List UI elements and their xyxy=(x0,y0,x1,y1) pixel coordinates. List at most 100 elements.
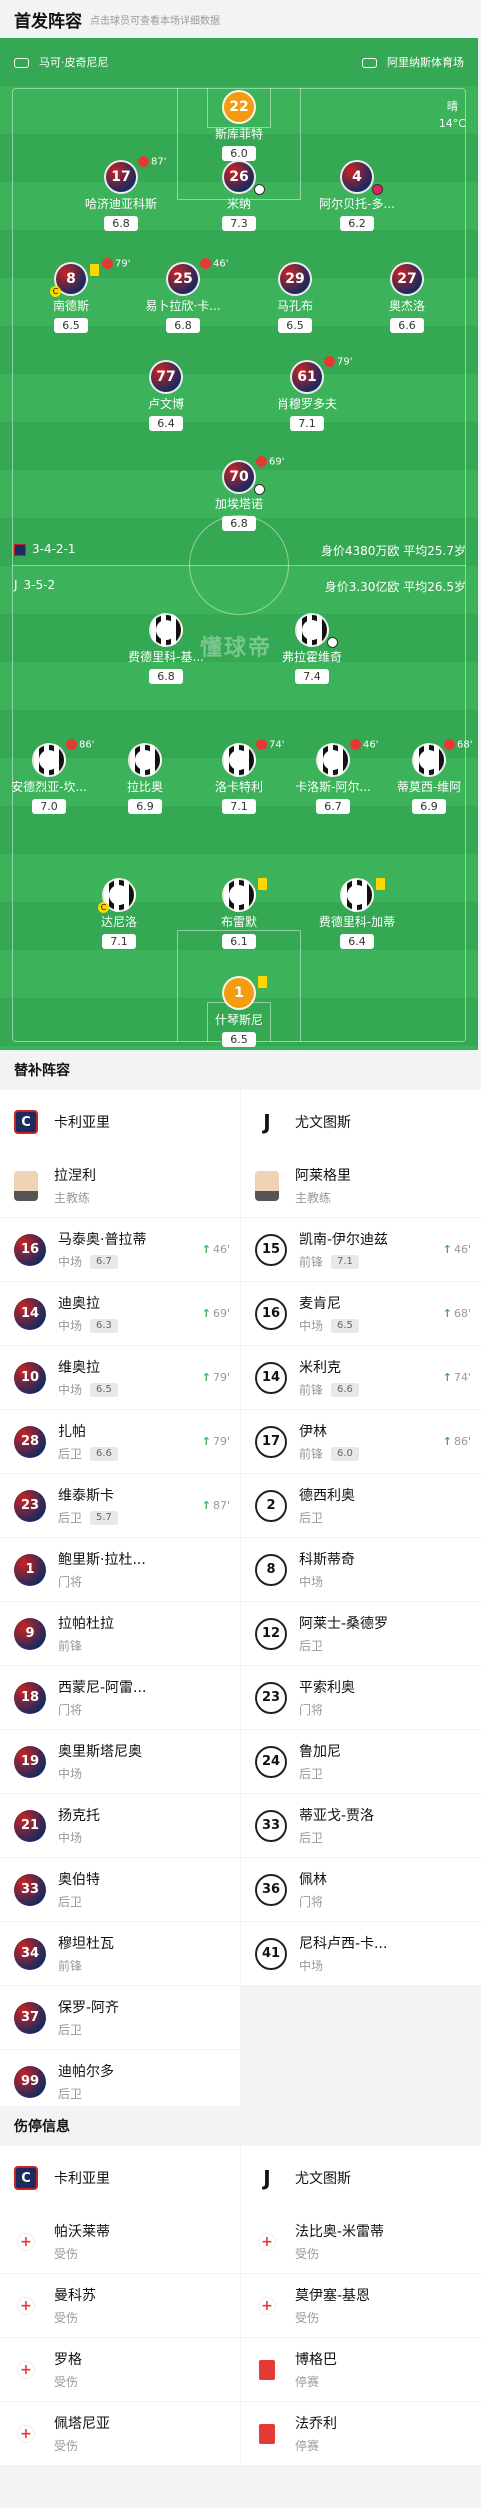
sub-player-row[interactable]: 17 伊林 前锋 6.0 ↑ 86' xyxy=(241,1410,481,1474)
sub-player-row[interactable]: 37 保罗-阿齐 后卫 xyxy=(0,1986,240,2050)
home-player[interactable]: 61 79' 肖穆罗多夫 7.1 xyxy=(252,356,362,431)
away-player[interactable]: 7 费德里科-基... 6.8 xyxy=(111,613,221,684)
player-name: 保罗-阿齐 xyxy=(58,2000,120,2016)
sub-player-row[interactable]: 33 奥伯特 后卫 xyxy=(0,1858,240,1922)
juventus-logo-icon: J xyxy=(263,1110,271,1134)
sub-player-row[interactable]: 99 迪帕尔多 后卫 xyxy=(0,2050,240,2114)
home-coach-row[interactable]: 拉涅利 主教练 xyxy=(0,1154,240,1218)
player-position: 后卫 xyxy=(299,1831,324,1845)
red-card-icon xyxy=(255,2422,279,2446)
away-player[interactable]: 1 什琴斯尼 6.5 xyxy=(184,976,294,1047)
player-name: 法比奥-米雷蒂 xyxy=(295,2224,385,2240)
sub-player-row[interactable]: 23 平索利奥 门将 xyxy=(241,1666,481,1730)
injury-row[interactable]: + 帕沃莱蒂 受伤 xyxy=(0,2210,240,2274)
sub-player-row[interactable]: 34 穆坦杜瓦 前锋 xyxy=(0,1922,240,1986)
injury-status: 受伤 xyxy=(54,2311,79,2325)
home-player[interactable]: 17 87' 哈济迪亚科斯 6.8 xyxy=(66,156,176,231)
player-name: 莫伊塞-基恩 xyxy=(295,2288,371,2304)
away-player[interactable]: 22 68' 蒂莫西-维阿 6.9 xyxy=(374,739,478,814)
sub-player-row[interactable]: 16 麦肯尼 中场 6.5 ↑ 68' xyxy=(241,1282,481,1346)
jersey-number: 23 xyxy=(14,1489,46,1522)
sub-player-row[interactable]: 10 维奥拉 中场 6.5 ↑ 79' xyxy=(0,1346,240,1410)
injury-row[interactable]: 博格巴 停赛 xyxy=(241,2338,481,2402)
jersey-number: 33 xyxy=(255,1809,287,1842)
lineup-header: 首发阵容 点击球员可查看本场详细数据 xyxy=(0,0,481,38)
player-rating: 6.6 xyxy=(90,1446,118,1461)
sub-player-row[interactable]: 36 佩林 门将 xyxy=(241,1858,481,1922)
home-player[interactable]: 22 斯库菲特 6.0 xyxy=(184,90,294,161)
away-coach-row[interactable]: 阿莱格里 主教练 xyxy=(241,1154,481,1218)
away-injury-column: J 尤文图斯 + 法比奥-米雷蒂 受伤 + 莫伊塞-基恩 受伤 博格巴 停赛 法乔利 停赛 xyxy=(241,2146,481,2466)
jersey-number: 2 xyxy=(255,1489,287,1522)
home-player[interactable]: 8 C 79' 南德斯 6.5 xyxy=(16,258,130,333)
home-player[interactable]: 4 阿尔贝托-多... 6.2 xyxy=(302,160,412,231)
sub-player-row[interactable]: 9 拉帕杜拉 前锋 xyxy=(0,1602,240,1666)
injury-row[interactable]: 法乔利 停赛 xyxy=(241,2402,481,2466)
sub-player-row[interactable]: 14 迪奥拉 中场 6.3 ↑ 69' xyxy=(0,1282,240,1346)
injury-status: 受伤 xyxy=(54,2247,79,2261)
coach-avatar xyxy=(255,1170,279,1201)
home-player[interactable]: 27 奥杰洛 6.6 xyxy=(352,262,462,333)
sub-player-row[interactable]: 33 蒂亚戈-贾洛 后卫 xyxy=(241,1794,481,1858)
injury-row[interactable]: + 莫伊塞-基恩 受伤 xyxy=(241,2274,481,2338)
away-team-row: J 尤文图斯 xyxy=(241,2146,481,2210)
away-player[interactable]: 6 C 达尼洛 7.1 xyxy=(64,878,174,949)
away-player[interactable]: 3 布雷默 6.1 xyxy=(184,878,294,949)
cagliari-logo-icon xyxy=(14,543,26,556)
sub-player-row[interactable]: 15 凯南-伊尔迪兹 前锋 7.1 ↑ 46' xyxy=(241,1218,481,1282)
player-name: 西蒙尼-阿雷... xyxy=(58,1680,147,1696)
injury-row[interactable]: + 法比奥-米雷蒂 受伤 xyxy=(241,2210,481,2274)
yellow-card-icon xyxy=(90,264,99,276)
sub-player-row[interactable]: 41 尼科卢西-卡... 中场 xyxy=(241,1922,481,1986)
sub-player-row[interactable]: 16 马泰奥·普拉蒂 中场 6.7 ↑ 46' xyxy=(0,1218,240,1282)
player-position: 后卫 xyxy=(299,1639,324,1653)
sub-player-row[interactable]: 1 鲍里斯·拉杜... 门将 xyxy=(0,1538,240,1602)
cagliari-logo-icon: C xyxy=(14,2166,38,2190)
player-position: 门将 xyxy=(299,1895,324,1909)
sub-player-row[interactable]: 12 阿莱士-桑德罗 后卫 xyxy=(241,1602,481,1666)
jersey-number: 34 xyxy=(14,1937,46,1970)
player-name: 迪帕尔多 xyxy=(58,2064,114,2080)
player-name: 伊林 xyxy=(299,1424,327,1440)
player-rating: 6.5 xyxy=(90,1382,118,1397)
sub-player-row[interactable]: 28 扎帕 后卫 6.6 ↑ 79' xyxy=(0,1410,240,1474)
home-player[interactable]: 77 卢文博 6.4 xyxy=(111,360,221,431)
sub-out-icon xyxy=(200,258,211,269)
home-player[interactable]: 25 46' 易卜拉欣·卡... 6.8 xyxy=(128,258,238,333)
away-player[interactable]: 20 46' 卡洛斯-阿尔... 6.7 xyxy=(278,739,388,814)
jersey-number: 33 xyxy=(14,1873,46,1906)
injury-row[interactable]: + 佩塔尼亚 受伤 xyxy=(0,2402,240,2466)
away-player[interactable]: 27 86' 安德烈亚-坎... 7.0 xyxy=(0,739,104,814)
away-team-info: J 3-5-2 身价3.30亿欧 平均26.5岁 xyxy=(14,578,466,594)
jersey-number: 14 xyxy=(14,1297,46,1330)
away-player[interactable]: 9 弗拉霍维奇 7.4 xyxy=(257,613,367,684)
sub-player-row[interactable]: 2 德西利奥 后卫 xyxy=(241,1474,481,1538)
injury-row[interactable]: + 罗格 受伤 xyxy=(0,2338,240,2402)
home-coach: 马可·皮奇尼尼 xyxy=(14,54,109,70)
player-position: 中场 xyxy=(58,1255,83,1269)
injury-cross-icon: + xyxy=(14,2294,38,2318)
yellow-card-icon xyxy=(258,878,267,890)
player-position: 中场 xyxy=(299,1575,324,1589)
player-position: 前锋 xyxy=(299,1383,324,1397)
sub-player-row[interactable]: 23 维泰斯卡 后卫 5.7 ↑ 87' xyxy=(0,1474,240,1538)
injury-status: 停赛 xyxy=(295,2375,320,2389)
home-player[interactable]: 29 马孔布 6.5 xyxy=(240,262,350,333)
sub-player-row[interactable]: 24 鲁加尼 后卫 xyxy=(241,1730,481,1794)
home-player[interactable]: 70 69' 加埃塔诺 6.8 xyxy=(184,456,294,531)
sub-player-row[interactable]: 21 扬克托 中场 xyxy=(0,1794,240,1858)
sub-player-row[interactable]: 8 科斯蒂奇 中场 xyxy=(241,1538,481,1602)
player-position: 后卫 xyxy=(58,2087,83,2101)
injury-row[interactable]: + 曼科苏 受伤 xyxy=(0,2274,240,2338)
sub-player-row[interactable]: 19 奥里斯塔尼奥 中场 xyxy=(0,1730,240,1794)
jersey-number: 41 xyxy=(255,1937,287,1970)
player-name: 奥伯特 xyxy=(58,1872,100,1888)
sub-in-time: ↑ 86' xyxy=(442,1435,471,1448)
player-position: 后卫 xyxy=(58,1447,83,1461)
player-name: 凯南-伊尔迪兹 xyxy=(299,1232,389,1248)
away-player[interactable]: 4 费德里科-加蒂 6.4 xyxy=(302,878,412,949)
sub-out-marker: 68' xyxy=(444,739,472,751)
home-player[interactable]: 26 米纳 7.3 xyxy=(184,160,294,231)
sub-player-row[interactable]: 14 米利克 前锋 6.6 ↑ 74' xyxy=(241,1346,481,1410)
sub-player-row[interactable]: 18 西蒙尼-阿雷... 门将 xyxy=(0,1666,240,1730)
